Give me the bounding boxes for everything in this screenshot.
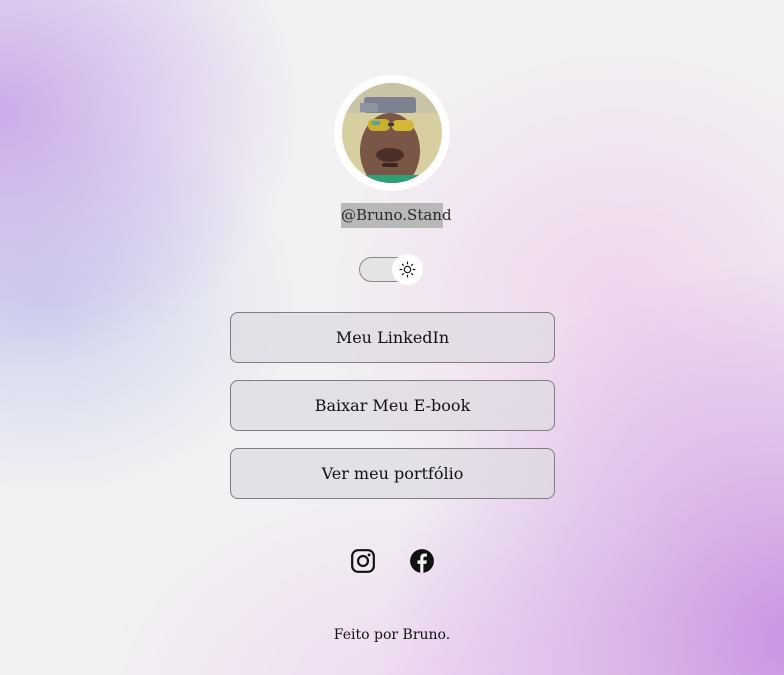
theme-toggle[interactable] [359,254,423,285]
username: @Bruno.Stand [341,203,452,228]
sun-icon [399,261,416,278]
avatar-frame [334,75,450,191]
portfolio-button[interactable]: Ver meu portfólio [230,448,555,499]
facebook-link[interactable] [409,548,435,574]
page-container: @Bruno.Stand Meu LinkedIn Baixar Meu E-b… [0,0,784,675]
footer-credit: Feito por Bruno. [333,627,451,643]
avatar-image [342,83,442,183]
theme-toggle-knob[interactable] [392,254,423,285]
linkedin-button[interactable]: Meu LinkedIn [230,312,555,363]
download-ebook-button[interactable]: Baixar Meu E-book [230,380,555,431]
instagram-link[interactable] [350,548,376,574]
instagram-icon [351,549,375,573]
avatar [342,83,442,183]
facebook-icon [410,549,434,573]
